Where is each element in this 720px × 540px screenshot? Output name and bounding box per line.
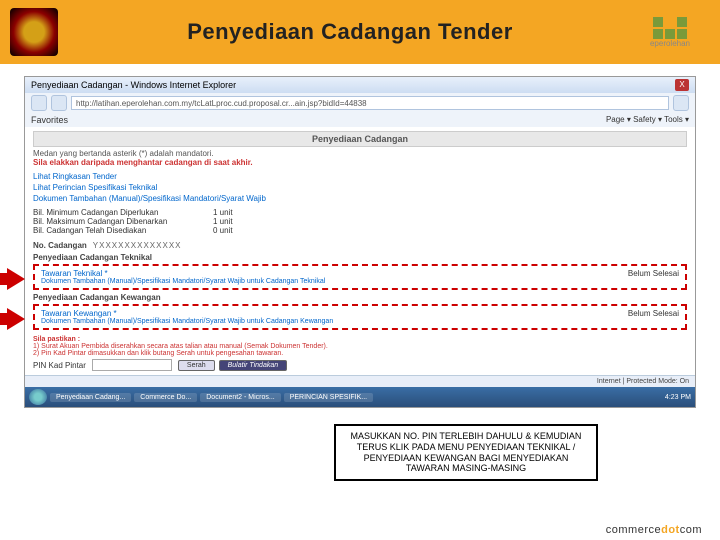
link-tawaran-teknikal[interactable]: Tawaran Teknikal * — [41, 269, 620, 278]
browser-window: Penyediaan Cadangan - Windows Internet E… — [24, 76, 696, 408]
link-dokumen-tambahan[interactable]: Dokumen Tambahan (Manual)/Spesifikasi Ma… — [33, 193, 687, 204]
taskbar-item[interactable]: Commerce Do... — [134, 393, 197, 402]
taskbar-item[interactable]: Document2 - Micros... — [200, 393, 280, 402]
arrow-kewangan-icon — [0, 308, 25, 330]
serah-button[interactable]: Serah — [178, 360, 215, 371]
link-ringkasan-tender[interactable]: Lihat Ringkasan Tender — [33, 171, 687, 182]
link-dokumen-teknikal[interactable]: Dokumen Tambahan (Manual)/Spesifikasi Ma… — [41, 278, 620, 285]
coat-of-arms-icon — [10, 8, 58, 56]
pin-label: PIN Kad Pintar — [33, 361, 86, 370]
section-kewangan-label: Penyediaan Cadangan Kewangan — [33, 293, 687, 302]
sila-pastikan: Sila pastikan : 1) Surat Akuan Pembida d… — [33, 336, 687, 357]
status-kewangan: Belum Selesai — [628, 309, 679, 318]
pin-input[interactable] — [92, 359, 172, 371]
pin-row: PIN Kad Pintar Serah Bulatir Tindakan — [33, 359, 687, 371]
eperolehan-logo: eperolehan — [630, 12, 710, 52]
window-title: Penyediaan Cadangan - Windows Internet E… — [31, 80, 236, 90]
commercedotcom-logo: commercedotcom — [606, 524, 702, 536]
status-right: Internet | Protected Mode: On — [597, 378, 689, 385]
browser-favorites-bar: Favorites Page ▾ Safety ▾ Tools ▾ — [25, 113, 695, 127]
taskbar: Penyediaan Cadang... Commerce Do... Docu… — [25, 387, 695, 407]
mandatori-note: Medan yang bertanda asterik (*) adalah m… — [33, 149, 687, 158]
table-row: Bil. Minimum Cadangan Diperlukan1 unit — [33, 208, 687, 217]
bulatir-button[interactable]: Bulatir Tindakan — [219, 360, 288, 371]
warning-text: Sila elakkan daripada menghantar cadanga… — [33, 158, 687, 167]
section-kewangan: Penyediaan Cadangan Kewangan Tawaran Kew… — [33, 293, 687, 330]
browser-menus[interactable]: Page ▾ Safety ▾ Tools ▾ — [606, 115, 689, 125]
back-button[interactable] — [31, 95, 47, 111]
sila-item-1: 1) Surat Akuan Pembida diserahkan secara… — [33, 343, 687, 350]
link-perincian-spesifikasi[interactable]: Lihat Perincian Spesifikasi Teknikal — [33, 182, 687, 193]
start-button[interactable] — [29, 389, 47, 405]
no-cadangan-row: No. Cadangan YXXXXXXXXXXXXX — [33, 241, 687, 250]
browser-titlebar: Penyediaan Cadangan - Windows Internet E… — [25, 77, 695, 93]
slide-header: Penyediaan Cadangan Tender eperolehan — [0, 0, 720, 64]
page-content: Penyediaan Cadangan Medan yang bertanda … — [25, 127, 695, 375]
taskbar-item[interactable]: PERINCIAN SPESIFIK... — [284, 393, 373, 402]
status-teknikal: Belum Selesai — [628, 269, 679, 278]
sila-title: Sila pastikan : — [33, 336, 80, 343]
section-teknikal-label: Penyediaan Cadangan Teknikal — [33, 253, 687, 262]
section-teknikal: Penyediaan Cadangan Teknikal Tawaran Tek… — [33, 253, 687, 290]
eperolehan-logo-text: eperolehan — [650, 39, 690, 48]
table-row: Bil. Cadangan Telah Disediakan0 unit — [33, 226, 687, 235]
instruction-callout: MASUKKAN NO. PIN TERLEBIH DAHULU & KEMUD… — [334, 424, 598, 481]
url-input[interactable]: http://latihan.eperolehan.com.my/tcLatLp… — [71, 96, 669, 110]
table-row: Bil. Maksimum Cadangan Dibenarkan1 unit — [33, 217, 687, 226]
no-cadangan-label: No. Cadangan — [33, 241, 87, 250]
taskbar-time: 4:23 PM — [665, 394, 691, 401]
link-tawaran-kewangan[interactable]: Tawaran Kewangan * — [41, 309, 620, 318]
browser-navbar: http://latihan.eperolehan.com.my/tcLatLp… — [25, 93, 695, 113]
top-links: Lihat Ringkasan Tender Lihat Perincian S… — [33, 171, 687, 204]
teknikal-highlight-box: Tawaran Teknikal * Dokumen Tambahan (Man… — [33, 264, 687, 290]
kewangan-highlight-box: Tawaran Kewangan * Dokumen Tambahan (Man… — [33, 304, 687, 330]
arrow-teknikal-icon — [0, 268, 25, 290]
sila-item-2: 2) Pin Kad Pintar dimasukkan dan klik bu… — [33, 350, 687, 357]
no-cadangan-value: YXXXXXXXXXXXXX — [93, 241, 182, 250]
forward-button[interactable] — [51, 95, 67, 111]
page-title: Penyediaan Cadangan — [33, 131, 687, 147]
close-icon[interactable]: X — [675, 79, 689, 91]
favorites-label[interactable]: Favorites — [31, 115, 68, 125]
taskbar-item[interactable]: Penyediaan Cadang... — [50, 393, 131, 402]
refresh-button[interactable] — [673, 95, 689, 111]
browser-statusbar: Internet | Protected Mode: On — [25, 375, 695, 387]
slide-title: Penyediaan Cadangan Tender — [70, 19, 630, 45]
count-table: Bil. Minimum Cadangan Diperlukan1 unit B… — [33, 208, 687, 235]
link-dokumen-kewangan[interactable]: Dokumen Tambahan (Manual)/Spesifikasi Ma… — [41, 318, 620, 325]
